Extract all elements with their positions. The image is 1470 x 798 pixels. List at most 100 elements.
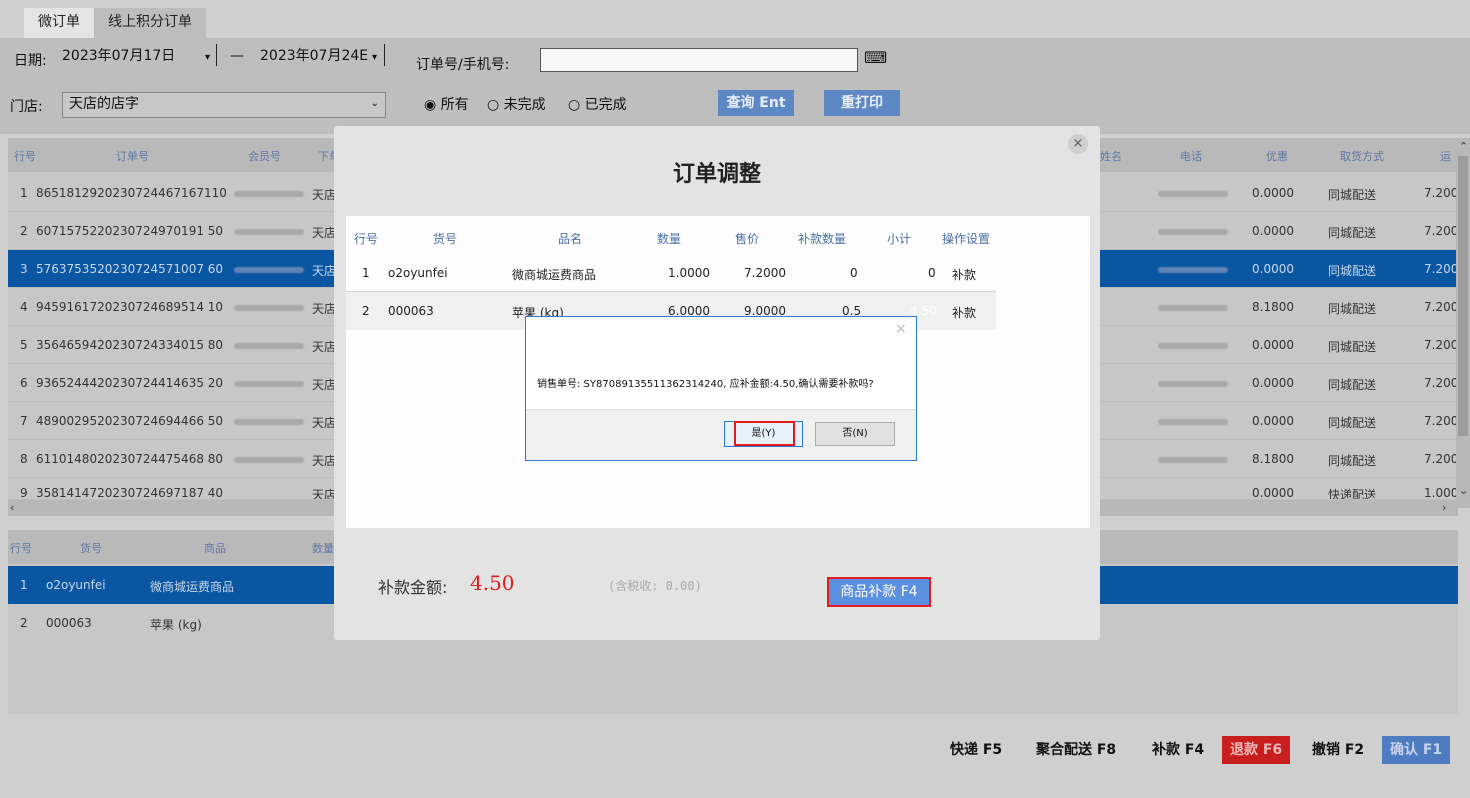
store-name: 天店 <box>312 264 337 278</box>
table-row[interactable]: 1 o2oyunfei 微商城运费商品 1.0000 7.2000 0 0 补款 <box>346 254 996 292</box>
delivery-method: 同城配送 <box>1328 454 1377 468</box>
cancel-button[interactable]: 撤销 F2 <box>1304 736 1372 764</box>
delivery-method: 同城配送 <box>1328 340 1377 354</box>
phone <box>1158 186 1228 200</box>
fee: 7.200 <box>1424 300 1459 314</box>
supplement-qty[interactable]: 0 <box>850 266 858 280</box>
reprint-button[interactable]: 重打印 <box>824 90 900 116</box>
action-supplement[interactable]: 补款 <box>952 304 976 321</box>
order-number: 5763753520230724571007 60 <box>36 262 224 276</box>
store-name: 天店 <box>312 488 337 500</box>
subtotal: 0 <box>928 266 936 280</box>
row-no: 1 <box>20 578 28 592</box>
phone <box>1158 224 1228 238</box>
date-to-picker[interactable]: 2023年07月24E <box>256 44 368 70</box>
store-name: 天店 <box>312 340 337 354</box>
row-no: 1 <box>362 266 370 280</box>
member-no <box>234 224 304 238</box>
discount: 0.0000 <box>1252 376 1294 390</box>
order-number: 3581414720230724697187 40 <box>36 486 224 500</box>
scroll-thumb[interactable] <box>1458 156 1468 436</box>
price: 7.2000 <box>744 266 786 280</box>
dialog-message: 销售单号: SY87089135511362314240, 应补金额:4.50,… <box>537 379 874 390</box>
fee: 1.000 <box>1424 486 1458 500</box>
close-icon[interactable]: × <box>1068 134 1088 154</box>
date-to-dropdown-icon[interactable]: ▾ <box>372 52 377 63</box>
member-no <box>234 338 304 352</box>
phone <box>1158 338 1228 352</box>
discount: 0.0000 <box>1252 486 1294 500</box>
refund-button[interactable]: 退款 F6 <box>1222 736 1291 764</box>
query-button[interactable]: 查询 Ent <box>718 90 794 116</box>
date-from-picker[interactable]: 2023年07月17日 <box>58 44 175 70</box>
item-sku: 000063 <box>388 304 434 318</box>
discount: 0.0000 <box>1252 224 1294 238</box>
discount: 0.0000 <box>1252 262 1294 276</box>
chevron-down-icon: ⌄ <box>370 98 379 109</box>
tax-note: (含税收: 0.00) <box>608 579 702 593</box>
order-number: 4890029520230724694466 50 <box>36 414 224 428</box>
item-sku: o2oyunfei <box>46 578 106 592</box>
member-no <box>234 300 304 314</box>
order-phone-input[interactable] <box>540 48 858 72</box>
delivery-method: 同城配送 <box>1328 378 1377 392</box>
date-from-dropdown-icon[interactable]: ▾ <box>205 52 210 63</box>
fee: 7.200 <box>1424 452 1459 466</box>
phone <box>1158 376 1228 390</box>
order-number: 8651812920230724467167110 <box>36 186 227 200</box>
action-supplement[interactable]: 补款 <box>952 266 976 283</box>
keyboard-icon[interactable]: ⌨ <box>864 48 887 67</box>
date-label: 日期: <box>14 53 47 69</box>
item-name: 微商城运费商品 <box>512 268 597 282</box>
order-number: 9365244420230724414635 20 <box>36 376 224 390</box>
col-header: 售价 <box>735 232 760 246</box>
tab-points-orders[interactable]: 线上积分订单 <box>94 8 206 38</box>
fee: 7.200 <box>1424 224 1459 238</box>
member-no <box>234 414 304 428</box>
vertical-scrollbar[interactable]: ⌃ ⌄ <box>1456 138 1470 508</box>
scroll-up-icon[interactable]: ⌃ <box>1459 140 1468 153</box>
store-name: 天店 <box>312 302 337 316</box>
quantity: 1.0000 <box>668 266 710 280</box>
order-number: 6110148020230724475468 80 <box>36 452 224 466</box>
member-no <box>234 376 304 390</box>
row-no: 3 <box>20 262 28 276</box>
discount: 8.1800 <box>1252 452 1294 466</box>
radio-all[interactable]: ◉ 所有 <box>424 94 469 114</box>
store-select[interactable]: 天店的店字 ⌄ <box>62 92 386 118</box>
tab-micro-orders[interactable]: 微订单 <box>24 8 94 38</box>
delivery-method: 同城配送 <box>1328 302 1377 316</box>
scroll-left-icon[interactable]: ‹ <box>10 501 14 514</box>
discount: 8.1800 <box>1252 300 1294 314</box>
member-no <box>234 262 304 276</box>
confirm-button[interactable]: 确认 F1 <box>1382 736 1451 764</box>
delivery-method: 同城配送 <box>1328 264 1377 278</box>
supplement-amount-label: 补款金额: <box>378 578 448 597</box>
order-number: 3564659420230724334015 80 <box>36 338 224 352</box>
member-no <box>234 186 304 200</box>
row-no: 5 <box>20 338 28 352</box>
col-header: 品名 <box>558 232 583 246</box>
supplement-button[interactable]: 补款 F4 <box>1144 736 1212 764</box>
scroll-down-icon[interactable]: ⌄ <box>1459 484 1468 497</box>
order-number: 6071575220230724970191 50 <box>36 224 224 238</box>
store-name: 天店 <box>312 454 337 468</box>
merge-delivery-button[interactable]: 聚合配送 F8 <box>1028 736 1124 764</box>
order-phone-label: 订单号/手机号: <box>416 57 510 73</box>
col-header: 货号 <box>433 232 458 246</box>
row-no: 2 <box>20 224 28 238</box>
radio-complete[interactable]: ○ 已完成 <box>568 94 627 114</box>
delivery-method: 同城配送 <box>1328 416 1377 430</box>
close-icon[interactable]: × <box>895 321 907 337</box>
modal-title: 订单调整 <box>672 161 761 187</box>
product-supplement-button[interactable]: 商品补款 F4 <box>827 577 931 607</box>
express-button[interactable]: 快递 F5 <box>942 736 1010 764</box>
radio-incomplete[interactable]: ○ 未完成 <box>487 94 546 114</box>
no-button[interactable]: 否(N) <box>815 422 895 446</box>
store-name: 天店 <box>312 188 337 202</box>
row-no: 4 <box>20 300 28 314</box>
delivery-method: 同城配送 <box>1328 188 1377 202</box>
scroll-right-icon[interactable]: › <box>1442 501 1446 514</box>
col-header: 会员号 <box>248 150 281 163</box>
fee: 7.200 <box>1424 414 1459 428</box>
